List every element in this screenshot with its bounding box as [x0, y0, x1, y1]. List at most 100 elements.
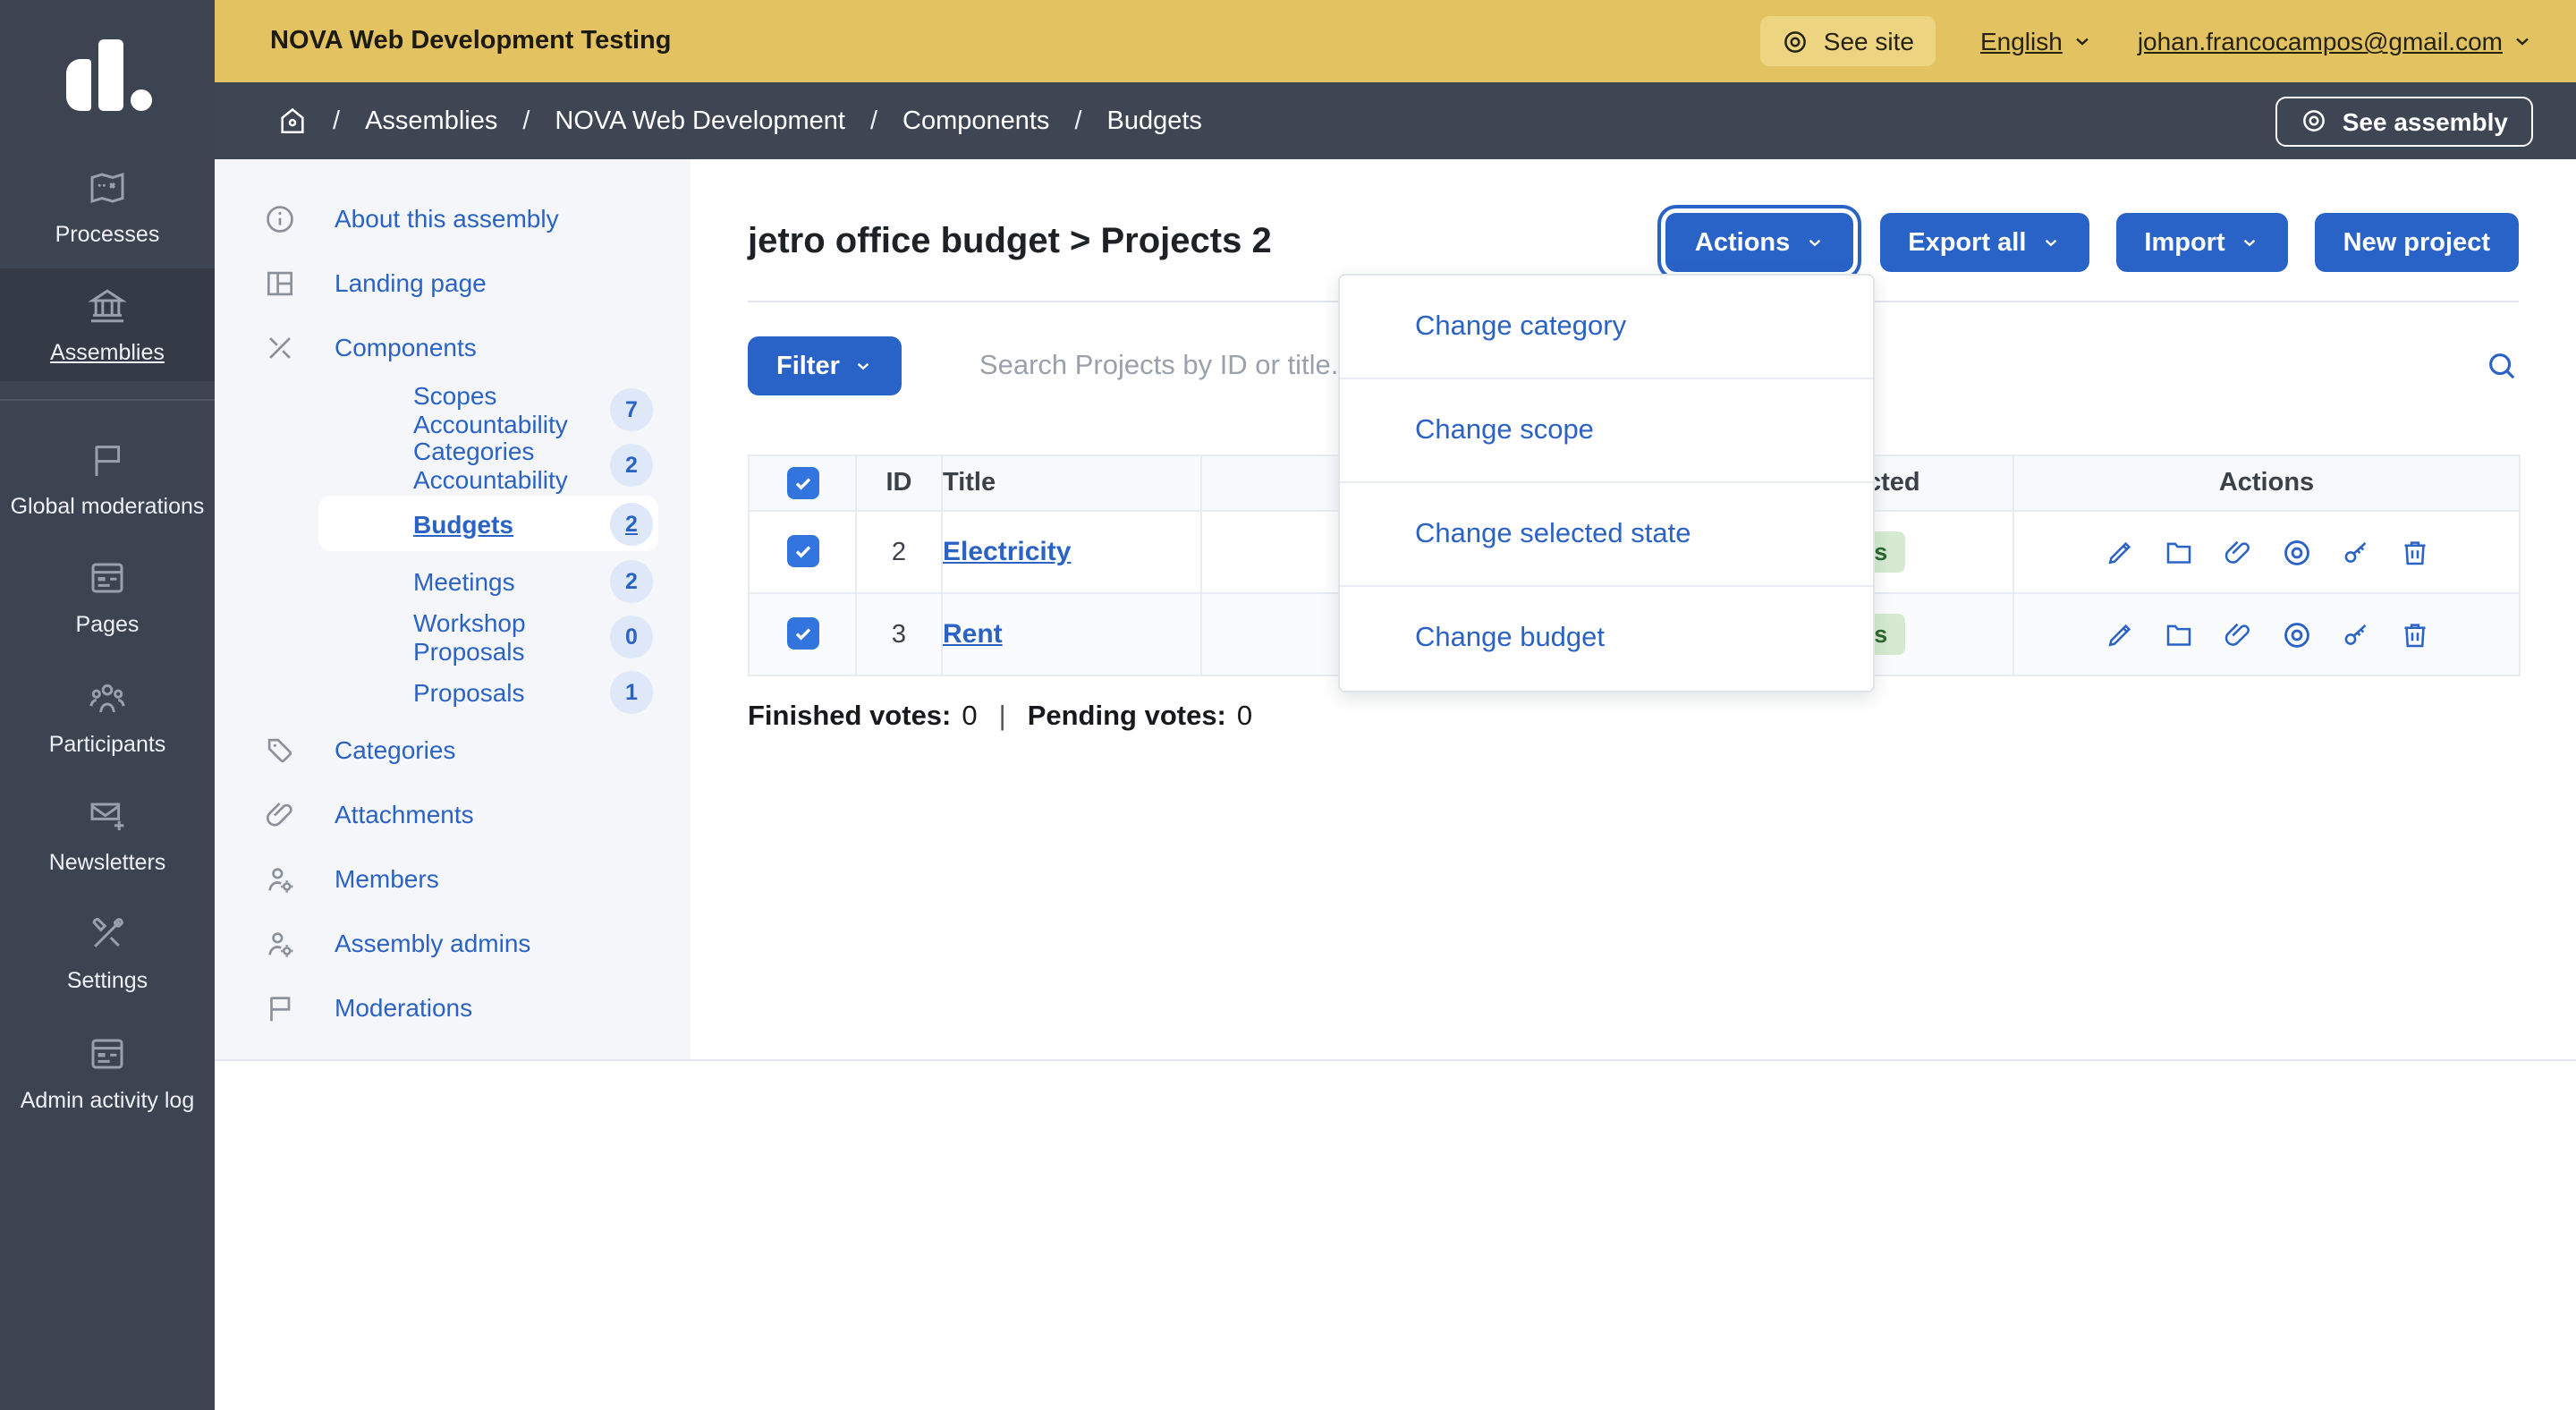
chevron-down-icon [2040, 233, 2060, 252]
menu-item-change-budget[interactable]: Change budget [1340, 587, 1873, 691]
count-badge: 7 [610, 388, 653, 431]
submenu-item-scopes-accountability[interactable]: Scopes Accountability 7 [318, 385, 658, 435]
page-icon [86, 556, 129, 599]
info-icon [263, 201, 335, 235]
chevron-down-icon [854, 356, 874, 376]
see-site-label: See site [1824, 27, 1914, 55]
submenu-item-categories-accountability[interactable]: Categories Accountability 2 [318, 440, 658, 490]
search-icon[interactable] [2485, 349, 2519, 383]
count-badge: 2 [610, 560, 653, 603]
submenu-item-label: Scopes Accountability [413, 381, 610, 438]
menu-item-change-category[interactable]: Change category [1340, 276, 1873, 379]
submenu-item-attachments[interactable]: Attachments [215, 787, 691, 841]
import-button[interactable]: Import [2115, 213, 2287, 272]
submenu-item-components[interactable]: Components [215, 320, 691, 374]
submenu-item-label: Assembly admins [335, 929, 530, 957]
submenu-item-label: Proposals [413, 678, 525, 707]
submenu-item-members[interactable]: Members [215, 852, 691, 905]
submenu-item-meetings[interactable]: Meetings 2 [318, 556, 658, 607]
sidebar-item-assemblies[interactable]: Assemblies [0, 269, 215, 381]
sidebar-item-processes[interactable]: Processes [0, 150, 215, 262]
edit-pencil-icon[interactable] [2103, 618, 2135, 650]
count-badge: 1 [610, 671, 653, 714]
submenu-item-proposals[interactable]: Proposals 1 [318, 667, 658, 718]
select-all-checkbox[interactable] [786, 466, 818, 498]
column-header-title: Title [942, 455, 1201, 511]
breadcrumb-assembly-name[interactable]: NOVA Web Development [555, 106, 845, 135]
key-icon[interactable] [2339, 618, 2371, 650]
new-project-button[interactable]: New project [2315, 213, 2519, 272]
see-assembly-label: See assembly [2343, 106, 2508, 135]
user-gear-icon [263, 862, 335, 896]
paperclip-icon[interactable] [2221, 618, 2253, 650]
language-label: English [1980, 27, 2063, 55]
edit-pencil-icon[interactable] [2103, 536, 2135, 568]
see-assembly-button[interactable]: See assembly [2276, 96, 2533, 146]
submenu-item-about[interactable]: About this assembly [215, 191, 691, 245]
actions-button-label: Actions [1695, 228, 1790, 257]
home-icon[interactable] [277, 106, 308, 136]
sidebar-item-newsletters[interactable]: Newsletters [0, 778, 215, 890]
sidebar-item-settings[interactable]: Settings [0, 897, 215, 1009]
submenu-item-categories[interactable]: Categories [215, 723, 691, 777]
preview-target-icon[interactable] [2280, 536, 2312, 568]
submenu-item-landing-page[interactable]: Landing page [215, 256, 691, 310]
sidebar-item-global-moderations[interactable]: Global moderations [0, 422, 215, 534]
breadcrumb-budgets[interactable]: Budgets [1107, 106, 1202, 135]
row-checkbox[interactable] [786, 535, 818, 567]
folder-icon[interactable] [2162, 536, 2194, 568]
submenu-item-moderations[interactable]: Moderations [215, 981, 691, 1034]
submenu-item-label: Workshop Proposals [413, 608, 610, 666]
submenu-item-label: Moderations [335, 993, 472, 1022]
submenu-item-budgets[interactable]: Budgets 2 [318, 496, 658, 551]
row-checkbox[interactable] [786, 617, 818, 650]
pending-votes-value: 0 [1237, 701, 1252, 734]
trash-icon[interactable] [2398, 618, 2430, 650]
chevron-down-icon [1804, 233, 1824, 252]
bank-icon [86, 285, 129, 328]
breadcrumb-separator: / [522, 106, 530, 135]
sidebar-item-participants[interactable]: Participants [0, 659, 215, 771]
sidebar-item-label: Participants [49, 731, 166, 757]
flag-icon [86, 438, 129, 481]
main-sidebar: Processes Assemblies Global moderations … [0, 0, 215, 1410]
assembly-submenu: About this assembly Landing page Compone… [215, 159, 691, 1059]
see-site-button[interactable]: See site [1761, 16, 1936, 66]
folder-icon[interactable] [2162, 618, 2194, 650]
key-icon[interactable] [2339, 536, 2371, 568]
preview-target-icon[interactable] [2280, 618, 2312, 650]
main-header: jetro office budget > Projects 2 Actions… [748, 213, 2519, 272]
breadcrumb: / Assemblies / NOVA Web Development / Co… [215, 82, 2576, 159]
submenu-item-label: Attachments [335, 800, 474, 828]
trash-icon[interactable] [2398, 536, 2430, 568]
sidebar-item-admin-activity-log[interactable]: Admin activity log [0, 1015, 215, 1127]
topbar: NOVA Web Development Testing See site En… [215, 0, 2576, 82]
flag-icon [263, 990, 335, 1024]
menu-item-change-scope[interactable]: Change scope [1340, 379, 1873, 483]
menu-item-change-selected-state[interactable]: Change selected state [1340, 483, 1873, 587]
votes-summary: Finished votes: 0 | Pending votes: 0 [748, 701, 2519, 734]
sidebar-item-label: Processes [55, 222, 160, 248]
project-title-link[interactable]: Electricity [943, 537, 1071, 567]
sidebar-item-label: Assemblies [50, 341, 165, 367]
submenu-item-label: Meetings [413, 567, 515, 596]
count-badge: 2 [610, 502, 653, 545]
paperclip-icon[interactable] [2221, 536, 2253, 568]
user-email: johan.francocampos@gmail.com [2138, 27, 2503, 55]
language-selector[interactable]: English [1980, 27, 2093, 55]
submenu-item-assembly-admins[interactable]: Assembly admins [215, 916, 691, 970]
submenu-item-workshop-proposals[interactable]: Workshop Proposals 0 [318, 612, 658, 662]
decidim-logo[interactable] [0, 0, 215, 150]
user-gear-icon [263, 926, 335, 960]
export-all-button[interactable]: Export all [1879, 213, 2089, 272]
project-title-link[interactable]: Rent [943, 619, 1003, 650]
sidebar-item-pages[interactable]: Pages [0, 540, 215, 652]
user-menu[interactable]: johan.francocampos@gmail.com [2138, 27, 2533, 55]
submenu-item-label: Landing page [335, 268, 487, 297]
breadcrumb-components[interactable]: Components [902, 106, 1049, 135]
breadcrumb-separator: / [333, 106, 340, 135]
breadcrumb-assemblies[interactable]: Assemblies [365, 106, 497, 135]
actions-button[interactable]: Actions [1666, 213, 1852, 272]
votes-separator: | [999, 701, 1006, 734]
filter-button[interactable]: Filter [748, 336, 902, 395]
